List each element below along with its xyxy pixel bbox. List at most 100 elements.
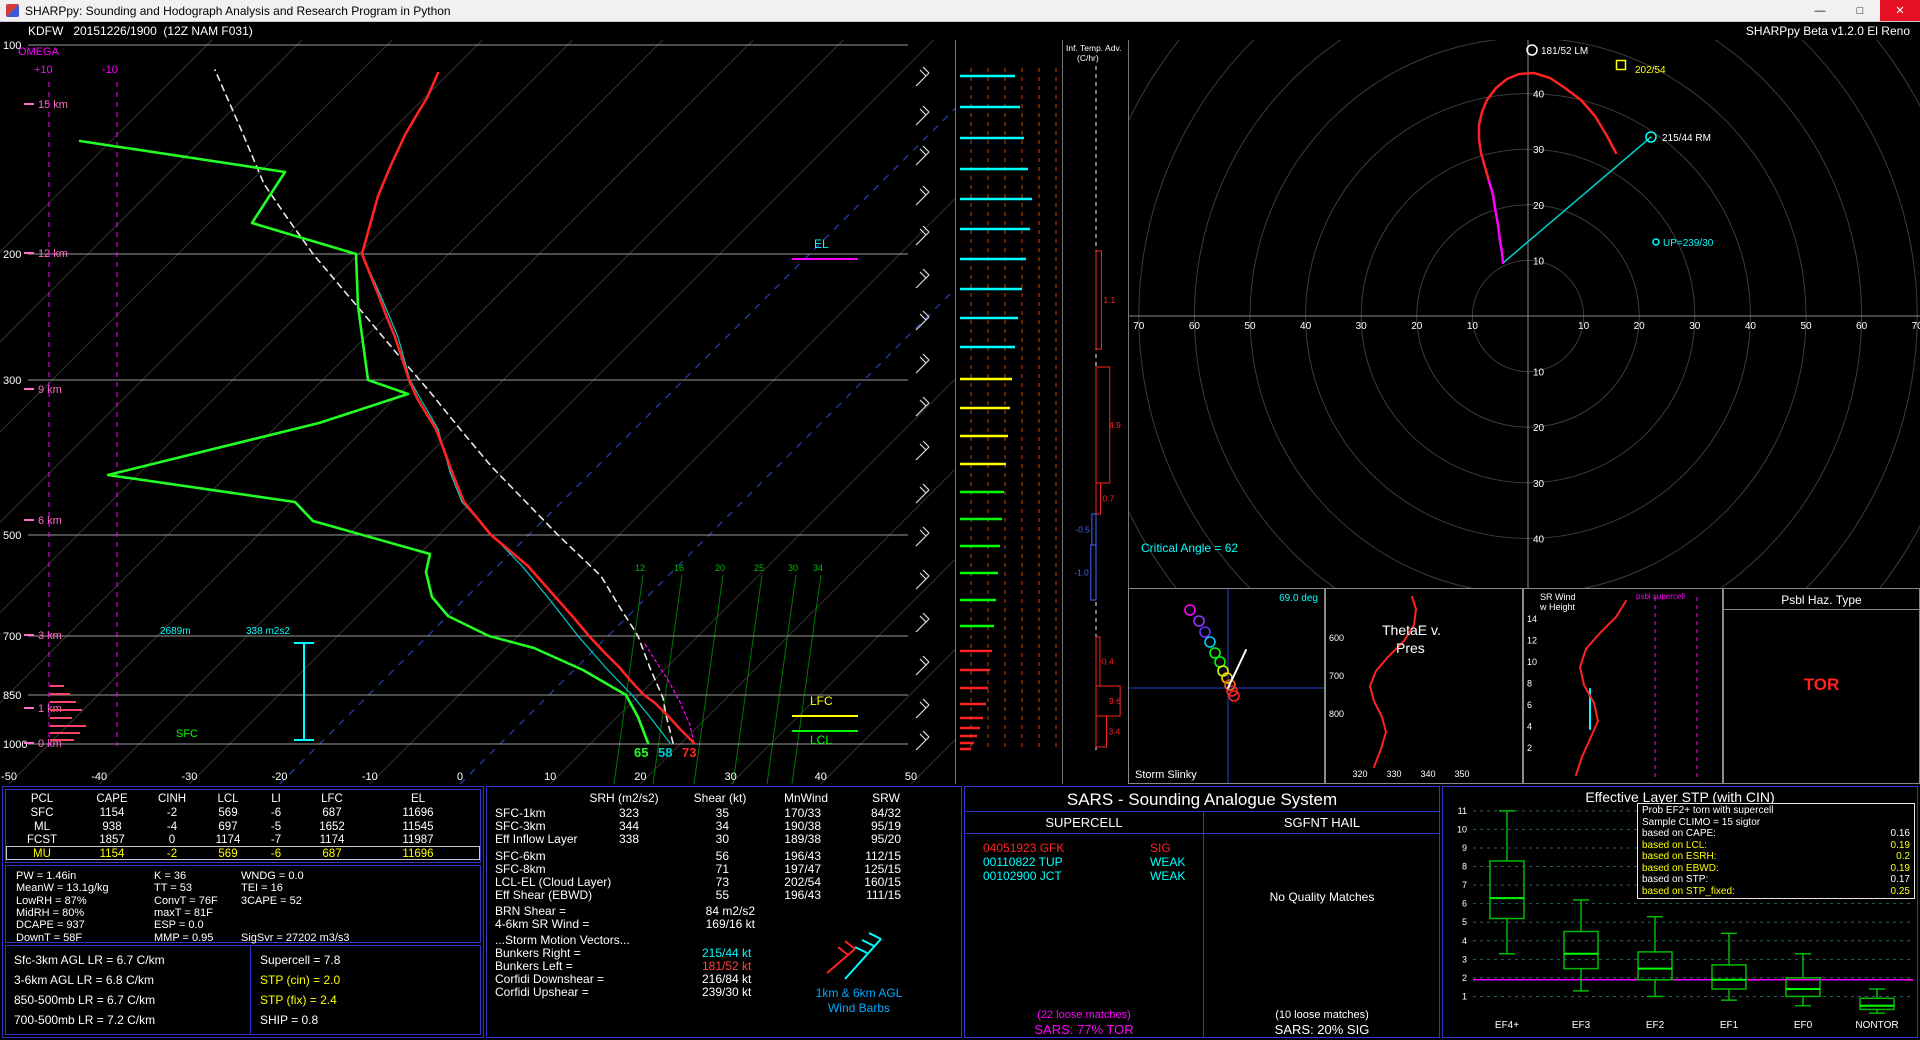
severe-index-item: SHIP = 0.8 (260, 1013, 318, 1027)
km-label: 3 km (38, 630, 62, 642)
stp-legend-row: based on LCL:0.19 (1638, 840, 1914, 852)
stp-boxplot-panel[interactable]: Effective Layer STP (with CIN) 123456789… (1442, 786, 1918, 1038)
hazard-type-panel[interactable]: Psbl Haz. Type TOR (1723, 588, 1920, 784)
hodo-tick-label: 20 (1634, 321, 1646, 332)
isotherm (731, 40, 955, 784)
temp-tick-label: 30 (724, 771, 736, 783)
index-item: MeanW = 13.1g/kg (16, 882, 109, 894)
sars-supercell-header: SUPERCELL (1045, 816, 1122, 830)
pcl-value: 11696 (402, 848, 433, 860)
stp-y-tick: 4 (1462, 936, 1467, 946)
stp-y-tick: 9 (1462, 843, 1467, 853)
lapse-rate-item: 700-500mb LR = 7.2 C/km (14, 1013, 155, 1027)
hodo-marker-label: UP=239/30 (1663, 238, 1714, 249)
wind-speed-profile-panel[interactable] (955, 40, 1062, 784)
stp-legend-value: 0.17 (1891, 874, 1910, 886)
sr-wind-panel[interactable]: 2468101214 SR Wind w Height psbl superce… (1523, 588, 1723, 784)
stp-legend-value: 0.19 (1891, 840, 1910, 852)
lapse-rate-table: Sfc-3km AGL LR = 6.7 C/km3-6km AGL LR = … (5, 945, 481, 1035)
hodograph-panel[interactable]: 1010202030304040505060607070102030401020… (1128, 40, 1920, 588)
hazard-divider (1724, 609, 1919, 610)
wind-barb-tick (923, 269, 929, 275)
barb-6km-tick (869, 933, 881, 939)
advection-value: -1.0 (1074, 568, 1089, 578)
storm-motion-value: 215/44 kt (702, 946, 751, 960)
kin-value: 190/38 (784, 819, 821, 833)
sr-wind-y-label: 6 (1527, 700, 1532, 710)
mixing-ratio-line (792, 575, 821, 784)
pcl-value: 1154 (100, 807, 125, 819)
mixing-ratio-label: 20 (715, 563, 725, 573)
km-label: 6 km (38, 515, 62, 527)
slinky-ring (1205, 637, 1215, 647)
hodo-tick-label: 50 (1800, 321, 1812, 332)
hodo-tick-label: 30 (1533, 145, 1545, 156)
thetae-panel[interactable]: 600700800320330340350 ThetaE v. Pres (1325, 588, 1523, 784)
pcl-value: -2 (167, 848, 177, 860)
temp-advection-panel[interactable]: Inf. Temp. Adv. (C/hr) 1.14.90.7-0.5-1.0… (1062, 40, 1128, 784)
kin-row-name: Eff Shear (EBWD) (495, 888, 592, 902)
pressure-label: 200 (3, 249, 21, 261)
wind-barb-tick (920, 734, 926, 740)
hodo-tick-label: 10 (1467, 321, 1479, 332)
stp-category-label: EF2 (1646, 1020, 1665, 1031)
pressure-label: 850 (3, 690, 21, 702)
kin-row-name: SFC-8km (495, 862, 546, 876)
temp-tick-label: -10 (362, 771, 378, 783)
km-label: 15 km (38, 99, 68, 111)
advection-value: -0.5 (1075, 525, 1090, 535)
hodo-tick-label: 10 (1533, 368, 1545, 379)
close-button[interactable]: ✕ (1880, 0, 1920, 21)
omega-minus-label: -10 (102, 64, 118, 76)
effective-srh-label: 338 m2s2 (246, 626, 290, 637)
hodo-tick-label: 10 (1533, 256, 1545, 267)
pcl-value: 1857 (99, 834, 125, 846)
advection-bar (1092, 514, 1096, 545)
index-item: MidRH = 80% (16, 907, 84, 919)
kin-value: 196/43 (784, 888, 821, 902)
minimize-button[interactable]: — (1800, 0, 1840, 21)
storm-motion-name: Bunkers Right = (495, 946, 581, 960)
advection-bar (1096, 716, 1106, 747)
kin-value: 111/15 (866, 888, 901, 902)
wind-barb-tick (923, 226, 929, 232)
hodo-tick-label: 20 (1411, 321, 1423, 332)
pcl-value: -2 (167, 807, 177, 819)
index-item: DCAPE = 937 (16, 919, 85, 931)
stp-legend-label: based on CAPE: (1642, 828, 1716, 840)
thermo-panel[interactable]: PCLCAPECINHLCLLILFCELSFC1154-2569-668711… (2, 786, 484, 1038)
pcl-value: 11545 (402, 821, 433, 833)
sars-panel[interactable]: SARS - Sounding Analogue System SUPERCEL… (964, 786, 1440, 1038)
pcl-header: LI (271, 793, 281, 805)
index-item: LowRH = 87% (16, 895, 87, 907)
storm-motion-value: 216/84 kt (702, 972, 751, 986)
advection-bar (1096, 251, 1101, 349)
advection-bar (1096, 483, 1101, 514)
hodo-marker-label: 181/52 LM (1541, 46, 1588, 57)
isotherm (0, 40, 212, 784)
sars-match-row[interactable]: 04051923 GFKSIG (965, 841, 1203, 855)
thetae-title-line1: ThetaE v. (1382, 623, 1441, 638)
pcl-row-name: ML (34, 821, 50, 833)
stp-legend-row: Sample CLIMO = 15 sigtor (1638, 817, 1914, 829)
hodo-tick-label: 30 (1689, 321, 1701, 332)
kin-value: 125/15 (864, 862, 901, 876)
kin-value: 160/15 (864, 875, 901, 889)
kinematics-panel[interactable]: 1km & 6km AGL Wind Barbs SRH (m2/s2)Shea… (486, 786, 962, 1038)
lapse-rate-item: 850-500mb LR = 6.7 C/km (14, 993, 155, 1007)
storm-slinky-panel[interactable]: 69.0 deg Storm Slinky (1128, 588, 1325, 784)
skewt-panel[interactable]: 121620253034100200300500700850100015 km1… (0, 40, 955, 784)
sars-match-row[interactable]: 00102900 JCTWEAK (965, 869, 1203, 883)
sars-match-row[interactable]: 00110822 TUPWEAK (965, 855, 1203, 869)
hodo-tick-label: 40 (1745, 321, 1757, 332)
sars-supercell-loose: (22 loose matches) (1037, 1009, 1131, 1021)
maximize-button[interactable]: □ (1840, 0, 1880, 21)
kin-value: 170/33 (784, 806, 821, 820)
temp-tick-label: 50 (905, 771, 917, 783)
wind-barb-tick (920, 357, 926, 363)
sars-title: SARS - Sounding Analogue System (965, 790, 1439, 810)
wind-barb (916, 360, 929, 373)
hodo-ring (1129, 40, 1920, 588)
stp-category-label: EF0 (1794, 1020, 1813, 1031)
stp-legend-label: based on ESRH: (1642, 851, 1717, 863)
